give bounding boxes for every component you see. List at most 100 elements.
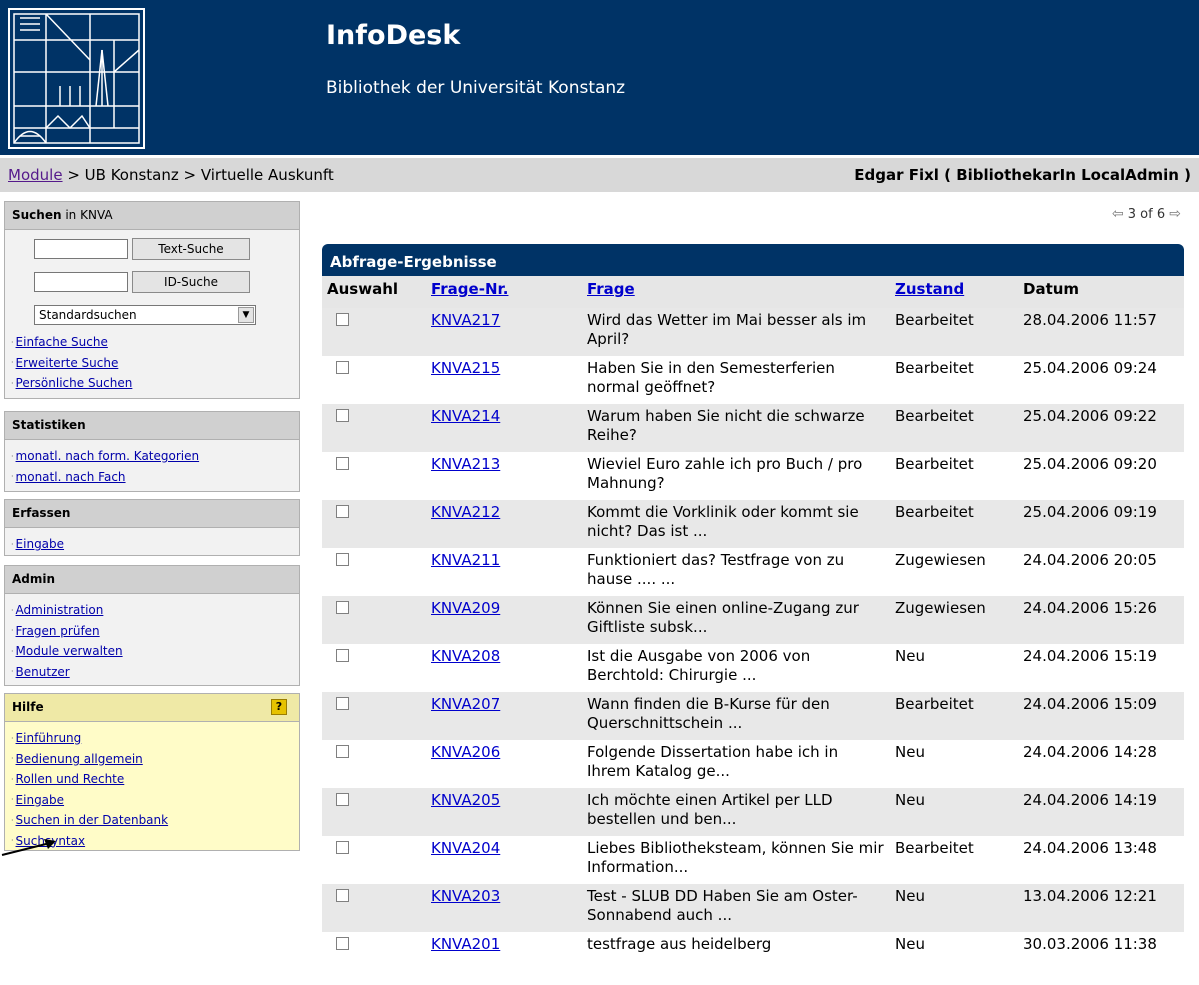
zustand-cell: Bearbeitet	[890, 500, 1018, 548]
frage-nr-link[interactable]: KNVA211	[431, 551, 500, 569]
frage-cell: Haben Sie in den Semesterferien normal g…	[582, 356, 890, 404]
frage-nr-cell: KNVA211	[426, 548, 582, 596]
frage-nr-link[interactable]: KNVA204	[431, 839, 500, 857]
zustand-cell: Zugewiesen	[890, 548, 1018, 596]
row-select-cell	[322, 740, 426, 788]
row-checkbox[interactable]	[336, 361, 349, 374]
results-body: KNVA217 Wird das Wetter im Mai besser al…	[322, 308, 1184, 980]
help-question-icon[interactable]: ?	[271, 699, 287, 715]
row-checkbox[interactable]	[336, 889, 349, 902]
sidebar-item-stat-fach: · monatl. nach Fach	[11, 469, 126, 484]
sidebar-item-benutzer: · Benutzer	[11, 664, 70, 679]
row-checkbox[interactable]	[336, 697, 349, 710]
help-links: · Einführung · Bedienung allgemein · Rollen…	[5, 722, 299, 851]
link-administration[interactable]: Administration	[16, 603, 104, 617]
datum-cell: 24.04.2006 20:05	[1018, 548, 1184, 596]
sort-frage-nr[interactable]: Frage-Nr.	[431, 280, 508, 298]
breadcrumb-module-link[interactable]: Module	[8, 166, 63, 184]
link-eingabe[interactable]: Eingabe	[16, 537, 65, 551]
frage-nr-link[interactable]: KNVA205	[431, 791, 500, 809]
row-checkbox[interactable]	[336, 745, 349, 758]
logo-graphic	[13, 13, 140, 144]
row-checkbox[interactable]	[336, 505, 349, 518]
sidebar-item-module-verwalten: · Module verwalten	[11, 644, 123, 658]
datum-cell: 24.04.2006 13:48	[1018, 836, 1184, 884]
frage-nr-link[interactable]: KNVA212	[431, 503, 500, 521]
search-links: · Einfache Suche · Erweiterte Suche · Persö…	[5, 326, 132, 394]
id-search-button[interactable]: ID-Suche	[132, 271, 250, 293]
row-checkbox[interactable]	[336, 937, 349, 950]
col-datum: Datum	[1018, 276, 1184, 308]
frage-nr-link[interactable]: KNVA206	[431, 743, 500, 761]
link-benutzer[interactable]: Benutzer	[16, 665, 70, 679]
link-module-verwalten[interactable]: Module verwalten	[16, 644, 123, 658]
sort-frage[interactable]: Frage	[587, 280, 635, 298]
row-select-cell	[322, 500, 426, 548]
link-suchen-db[interactable]: Suchen in der Datenbank	[16, 813, 169, 827]
col-auswahl: Auswahl	[322, 276, 426, 308]
table-row: KNVA209 Können Sie einen online-Zugang z…	[322, 596, 1184, 644]
datum-cell: 24.04.2006 14:28	[1018, 740, 1184, 788]
link-stat-fach[interactable]: monatl. nach Fach	[16, 470, 126, 484]
link-erweiterte-suche[interactable]: Erweiterte Suche	[16, 356, 119, 370]
arrow-right-icon[interactable]: ⇨	[1169, 206, 1181, 222]
frage-nr-cell: KNVA213	[426, 452, 582, 500]
sort-zustand[interactable]: Zustand	[895, 280, 964, 298]
admin-links: · Administration · Fragen prüfen · Module v…	[5, 594, 299, 682]
link-persoenliche-suchen[interactable]: Persönliche Suchen	[16, 376, 133, 390]
datum-cell: 30.03.2006 11:38	[1018, 932, 1184, 980]
row-select-cell	[322, 404, 426, 452]
link-fragen-pruefen[interactable]: Fragen prüfen	[16, 624, 100, 638]
row-select-cell	[322, 644, 426, 692]
row-checkbox[interactable]	[336, 553, 349, 566]
row-checkbox[interactable]	[336, 793, 349, 806]
statistics-panel: Statistiken · monatl. nach form. Kategori…	[4, 411, 300, 492]
saved-search-select[interactable]: Standardsuchen ▼	[34, 305, 256, 325]
frage-nr-link[interactable]: KNVA203	[431, 887, 500, 905]
frage-nr-link[interactable]: KNVA217	[431, 311, 500, 329]
link-stat-kategorien[interactable]: monatl. nach form. Kategorien	[16, 449, 200, 463]
frage-nr-link[interactable]: KNVA209	[431, 599, 500, 617]
erfassen-links: · Eingabe	[5, 528, 299, 555]
frage-nr-link[interactable]: KNVA208	[431, 647, 500, 665]
arrow-left-icon[interactable]: ⇦	[1112, 206, 1124, 222]
row-checkbox[interactable]	[336, 841, 349, 854]
university-logo	[8, 8, 145, 149]
row-select-cell	[322, 884, 426, 932]
zustand-cell: Bearbeitet	[890, 404, 1018, 452]
text-search-button[interactable]: Text-Suche	[132, 238, 250, 260]
link-einfuehrung[interactable]: Einführung	[16, 731, 82, 745]
table-row: KNVA213 Wieviel Euro zahle ich pro Buch …	[322, 452, 1184, 500]
link-bedienung[interactable]: Bedienung allgemein	[16, 752, 143, 766]
frage-nr-cell: KNVA214	[426, 404, 582, 452]
id-search-input[interactable]	[34, 272, 128, 292]
row-checkbox[interactable]	[336, 409, 349, 422]
sidebar-item-stat-kategorien: · monatl. nach form. Kategorien	[11, 449, 200, 463]
row-checkbox[interactable]	[336, 457, 349, 470]
text-search-input[interactable]	[34, 239, 128, 259]
row-checkbox[interactable]	[336, 601, 349, 614]
table-row: KNVA207 Wann finden die B-Kurse für den …	[322, 692, 1184, 740]
sidebar-item-suchen-db: · Suchen in der Datenbank	[11, 813, 169, 827]
breadcrumb-path: > UB Konstanz > Virtuelle Auskunft	[62, 166, 334, 184]
chevron-down-icon[interactable]: ▼	[238, 307, 254, 323]
row-select-cell	[322, 356, 426, 404]
link-rollen[interactable]: Rollen und Rechte	[16, 772, 125, 786]
row-checkbox[interactable]	[336, 313, 349, 326]
sidebar-item-erweiterte-suche: · Erweiterte Suche	[11, 355, 119, 370]
zustand-cell: Neu	[890, 788, 1018, 836]
datum-cell: 28.04.2006 11:57	[1018, 308, 1184, 356]
results-table: Auswahl Frage-Nr. Frage Zustand Datum KN…	[322, 276, 1184, 980]
zustand-cell: Bearbeitet	[890, 692, 1018, 740]
frage-nr-link[interactable]: KNVA207	[431, 695, 500, 713]
frage-nr-link[interactable]: KNVA215	[431, 359, 500, 377]
row-checkbox[interactable]	[336, 649, 349, 662]
link-help-eingabe[interactable]: Eingabe	[16, 793, 65, 807]
frage-nr-link[interactable]: KNVA213	[431, 455, 500, 473]
frage-nr-link[interactable]: KNVA214	[431, 407, 500, 425]
datum-cell: 25.04.2006 09:24	[1018, 356, 1184, 404]
frage-nr-link[interactable]: KNVA201	[431, 935, 500, 953]
link-einfache-suche[interactable]: Einfache Suche	[16, 335, 108, 349]
zustand-cell: Neu	[890, 932, 1018, 980]
frage-nr-cell: KNVA212	[426, 500, 582, 548]
